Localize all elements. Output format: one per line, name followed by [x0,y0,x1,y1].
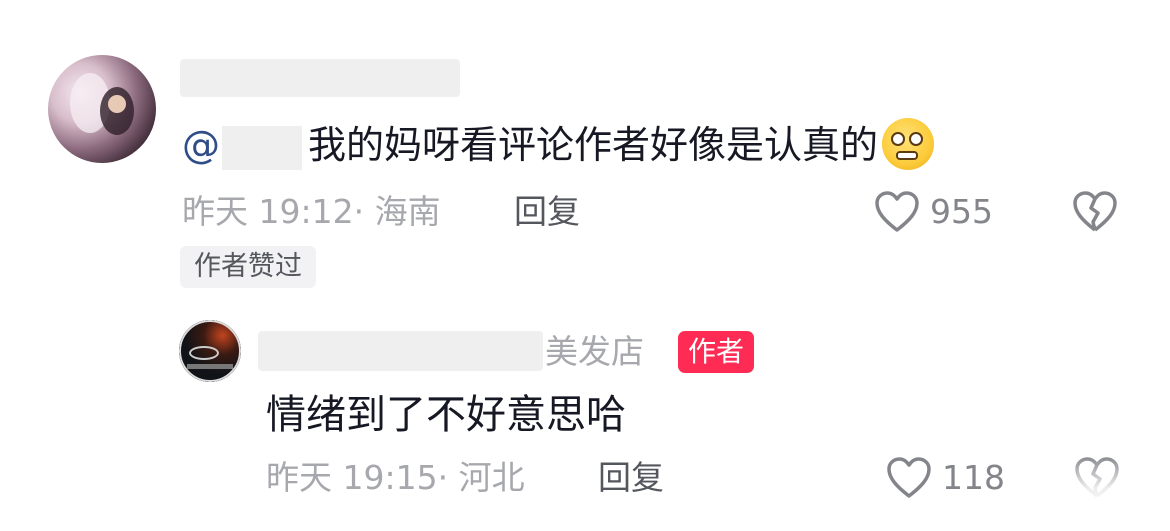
reply-timestamp-location: 昨天 19:15· 河北 [266,458,525,497]
comment-timestamp-location: 昨天 19:12· 海南 [182,192,441,231]
watermark-overlay [1044,455,1124,515]
reply-author-name-redacted[interactable] [258,331,543,371]
mention-link[interactable]: @ [182,123,308,170]
comment-text: @ 我的妈呀看评论作者好像是认真的 [182,117,935,174]
reply-reply-button[interactable]: 回复 [598,456,664,500]
comment-like-count: 955 [930,192,993,231]
commenter-name-redacted[interactable] [180,59,460,97]
pleading-face-emoji-icon [882,117,935,170]
reply-like-count: 118 [942,458,1005,497]
reply-text: 情绪到了不好意思哈 [266,392,626,438]
heart-outline-icon[interactable] [874,190,920,234]
reply-author-name-suffix[interactable]: 美发店 [545,330,644,374]
author-liked-tag: 作者赞过 [180,246,316,288]
author-badge: 作者 [678,331,755,373]
commenter-avatar[interactable] [48,55,156,163]
comment-reply-button[interactable]: 回复 [514,190,580,234]
mention-name-redacted [222,125,302,170]
reply-author-avatar[interactable] [179,320,241,382]
heart-outline-icon[interactable] [886,456,932,500]
broken-heart-dislike-icon[interactable] [1072,190,1118,234]
comment-body: 我的妈呀看评论作者好像是认真的 [308,123,879,167]
